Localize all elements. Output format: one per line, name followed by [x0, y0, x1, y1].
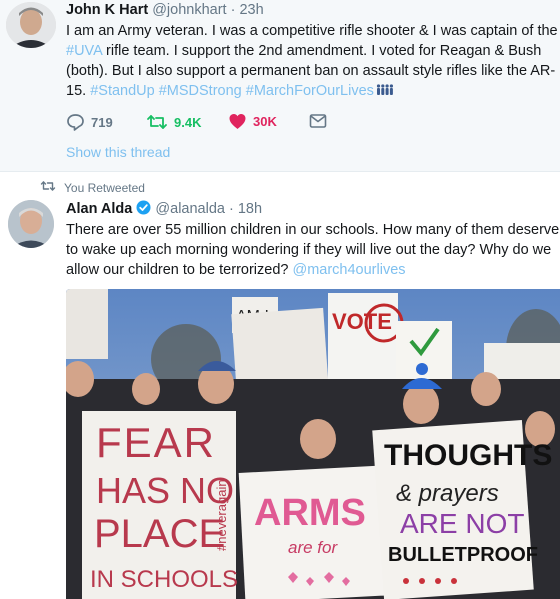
- reply-count: 719: [91, 114, 113, 130]
- retweet-label: You Retweeted: [64, 180, 145, 195]
- avatar[interactable]: [8, 200, 54, 248]
- sign-text: IN SCHOOLS: [90, 566, 238, 593]
- retweet-icon: [146, 113, 168, 131]
- retweet-context[interactable]: You Retweeted: [40, 180, 145, 195]
- author-handle[interactable]: @johnkhart: [152, 2, 226, 18]
- retweet-count: 9.4K: [174, 114, 202, 130]
- show-thread-link[interactable]: Show this thread: [66, 144, 170, 160]
- like-count: 30K: [253, 114, 277, 129]
- people-emoji-icon: [376, 81, 394, 101]
- tweet-header: Alan Alda @alanalda · 18h: [66, 200, 262, 219]
- hashtag-link[interactable]: #UVA: [66, 43, 102, 59]
- protest-sign-thoughts: THOUGHTS & prayers ARE NOT BULLETPROOF: [372, 419, 552, 599]
- avatar[interactable]: [6, 2, 56, 48]
- tweet-photo[interactable]: AM I VOTE FEAR HAS NO PLACE: [66, 289, 560, 599]
- sign-small-text: VOTE: [332, 309, 392, 334]
- sign-text: FEAR: [96, 419, 216, 466]
- hashtags-link[interactable]: #StandUp #MSDStrong #MarchForOurLives: [90, 83, 374, 99]
- background-sign: [66, 289, 108, 359]
- sign-text: & prayers: [396, 480, 499, 507]
- direct-message-button[interactable]: [309, 113, 327, 129]
- protest-sign-arms: ARMS are for: [238, 465, 396, 599]
- protest-sign-fear: FEAR HAS NO PLACE IN SCHOOLS #neveragain: [82, 411, 238, 599]
- sign-text: ARE NOT: [400, 508, 524, 539]
- reply-icon: [66, 113, 85, 131]
- author-handle[interactable]: @alanalda: [155, 201, 225, 217]
- tweet-text: There are over 55 million children in ou…: [66, 220, 560, 280]
- reply-button[interactable]: 719: [66, 113, 113, 131]
- timestamp[interactable]: · 23h: [231, 2, 264, 18]
- sign-text: BULLETPROOF: [388, 544, 538, 566]
- tweet-text: I am an Army veteran. I was a competitiv…: [66, 21, 560, 101]
- mention-link[interactable]: @march4ourlives: [292, 262, 405, 278]
- retweet-button[interactable]: 9.4K: [146, 113, 201, 131]
- sign-text: ARMS: [254, 492, 366, 534]
- verified-icon: [136, 200, 151, 219]
- timestamp[interactable]: · 18h: [229, 201, 262, 217]
- author-name[interactable]: John K Hart: [66, 2, 148, 18]
- retweeted-icon: [40, 180, 56, 195]
- heart-icon: [228, 113, 247, 130]
- mail-icon: [309, 113, 327, 129]
- sign-text: are for: [288, 538, 338, 557]
- like-button[interactable]: 30K: [228, 113, 277, 130]
- sign-text: #neveragain: [214, 479, 229, 551]
- author-name[interactable]: Alan Alda: [66, 201, 132, 217]
- tweet-john-hart[interactable]: John K Hart @johnkhart · 23h I am an Arm…: [0, 0, 560, 172]
- sign-text: PLACE: [94, 512, 225, 556]
- tweet-header: John K Hart @johnkhart · 23h: [66, 2, 264, 18]
- tweet-actions: 719 9.4K 30K: [66, 113, 366, 133]
- sign-text: THOUGHTS: [384, 439, 552, 472]
- tweet-text-part: I am an Army veteran. I was a competitiv…: [66, 23, 558, 39]
